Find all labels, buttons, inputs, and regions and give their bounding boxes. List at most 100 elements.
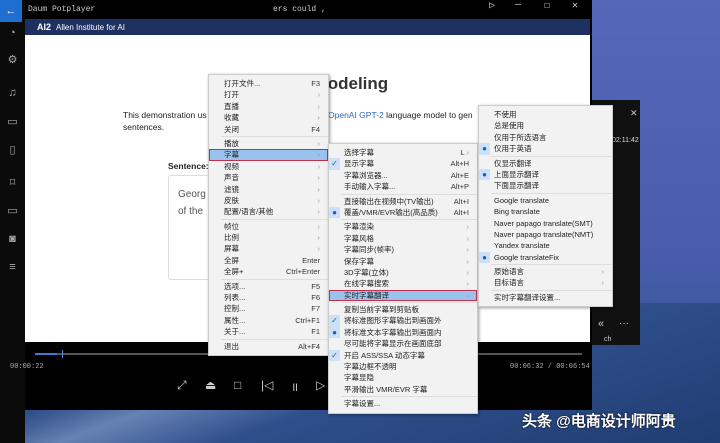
bookmark-icon[interactable]: ⌑ (4, 175, 21, 192)
menu-item[interactable]: 3D字幕(立体) › (329, 267, 477, 278)
menu-item[interactable]: 字幕边框不透明 (329, 361, 477, 372)
menu-item[interactable]: 选择字幕 L › (329, 147, 477, 158)
maximize-button[interactable]: ☐ (544, 0, 550, 12)
subtitle-icon[interactable]: ▭ (4, 114, 21, 131)
menu-item[interactable]: 实时字幕翻译设置... (479, 292, 612, 303)
menu-item[interactable]: 列表... F6 (209, 292, 328, 303)
menu-item[interactable]: ● 上面显示翻译 (479, 168, 612, 181)
menu-item[interactable]: 复制当前字幕到剪贴板 (329, 304, 477, 315)
menu-item-label: 收藏 (224, 113, 239, 123)
menu-item[interactable]: 字幕设置... (329, 398, 477, 409)
menu-item[interactable]: Bing translate (479, 206, 612, 217)
previous-icon[interactable]: |◁ (261, 378, 273, 392)
stop-icon[interactable]: □ (234, 378, 241, 392)
menu-item[interactable]: 关闭 F4 (209, 124, 328, 135)
menu-item[interactable]: 打开文件... F3 (209, 78, 328, 89)
menu-item[interactable]: 帧位 › (209, 221, 328, 232)
menu-item[interactable]: ✓ 将标准图形字幕输出到画面外 (329, 315, 477, 327)
menu-item-label: 开启 ASS/SSA 动态字幕 (344, 350, 425, 360)
watermark: 头条 @电商设计师阿贵 (522, 413, 676, 430)
menu-item[interactable]: 保存字幕 › (329, 256, 477, 267)
menu-item[interactable]: Naver papago translate(SMT) (479, 218, 612, 229)
menu-item-label: 下面显示翻译 (494, 181, 539, 191)
menu-item[interactable]: 字幕显隐 (329, 372, 477, 383)
play-icon[interactable]: ▷ (489, 0, 495, 12)
menu-item-label: 仅用于英语 (494, 144, 532, 154)
palette-icon[interactable]: ◔ (4, 25, 21, 42)
menu-item[interactable]: 关于... F1 (209, 326, 328, 337)
menu-item[interactable]: 字幕风格 › (329, 233, 477, 244)
menu-item[interactable]: 比例 › (209, 232, 328, 243)
menu-item[interactable]: ● 将标准文本字幕输出到画面内 (329, 326, 477, 339)
menu-item[interactable]: 屏幕 › (209, 243, 328, 254)
screen-icon[interactable]: ▭ (4, 203, 21, 220)
back-arrow-icon[interactable]: ← (0, 0, 22, 22)
menu-item[interactable]: 控制... F7 (209, 303, 328, 314)
menu-item[interactable]: 手动输入字幕... Alt+P (329, 181, 477, 192)
next-icon[interactable]: ▷ (316, 378, 325, 392)
collapse-icon[interactable]: « (598, 318, 604, 330)
close-icon[interactable]: ✕ (630, 108, 638, 119)
menu-item[interactable]: 收藏 › (209, 112, 328, 123)
menu-item[interactable]: 配置/语言/其他 › (209, 206, 328, 217)
menu-item[interactable]: 下面显示翻译 (479, 180, 612, 191)
menu-item[interactable]: ● Google translateFix (479, 251, 612, 264)
fullscreen-icon[interactable]: ⤢ (177, 378, 187, 393)
menu-item-label: 字幕显隐 (344, 373, 374, 383)
menu-item[interactable]: Yandex translate (479, 240, 612, 251)
menu-item[interactable]: 原始语言 › (479, 266, 612, 277)
camera-icon[interactable]: ◙ (4, 231, 21, 248)
menu-item[interactable]: ✓ 显示字幕 Alt+H (329, 158, 477, 170)
menu-item[interactable]: ✓ 开启 ASS/SSA 动态字幕 (329, 349, 477, 362)
menu-item[interactable]: 退出 Alt+F4 (209, 341, 328, 352)
minimize-button[interactable]: — (515, 0, 521, 11)
menu-item-label: 全屏+ (224, 267, 244, 277)
menu-item[interactable]: ● 覆盖/VMR/EVR输出(高品质) Alt+I (329, 206, 477, 219)
menu-item[interactable]: 仅用于所选语言 (479, 132, 612, 143)
menu-item[interactable]: 属性... Ctrl+F1 (209, 315, 328, 326)
menu-item[interactable]: 打开 › (209, 89, 328, 100)
menu-item[interactable]: 全屏+ Ctrl+Enter (209, 266, 328, 277)
chevron-right-icon: › (317, 244, 321, 254)
gear-icon[interactable]: ⚙ (4, 52, 21, 69)
menu-item[interactable]: 在线字幕搜索 › (329, 278, 477, 289)
title-bar: Daum Potplayer ers could , ▷ — ☐ ✕ (25, 0, 592, 19)
menu-item[interactable]: ● 仅用于英语 (479, 143, 612, 155)
menu-item[interactable]: 尽可能将字幕显示在画面底部 (329, 338, 477, 349)
music-icon[interactable]: ♫ (4, 85, 21, 102)
menu-item[interactable]: 总是使用 (479, 120, 612, 131)
frame-icon[interactable]: ▯ (4, 142, 21, 159)
menu-item[interactable]: 字幕 › (209, 149, 328, 161)
pause-icon[interactable]: ॥ (291, 378, 298, 395)
menu-item[interactable]: 实时字幕翻译 › (329, 289, 477, 302)
seek-handle[interactable] (62, 350, 63, 358)
menu-item[interactable]: 平滑输出 VMR/EVR 字幕 (329, 384, 477, 395)
close-button[interactable]: ✕ (572, 0, 578, 12)
menu-item[interactable]: 仅显示翻译 (479, 158, 612, 169)
gpt2-link[interactable]: OpenAI GPT-2 (328, 110, 384, 120)
menu-item[interactable]: 全屏 Enter (209, 255, 328, 266)
menu-item[interactable]: 声音 › (209, 172, 328, 183)
check-icon: ✓ (329, 349, 340, 362)
eject-icon[interactable]: ⏏ (205, 378, 216, 392)
chevron-right-icon: › (601, 278, 605, 288)
menu-item[interactable]: Naver papago translate(NMT) (479, 229, 612, 240)
menu-item[interactable]: 选项... F5 (209, 281, 328, 292)
menu-item[interactable]: 视频 › (209, 161, 328, 172)
menu-item[interactable]: 字幕浏览器... Alt+E (329, 170, 477, 181)
menu-item[interactable]: 直接输出在视频中(TV输出) Alt+I (329, 196, 477, 207)
menu-item-label: Naver papago translate(SMT) (494, 218, 593, 228)
menu-item[interactable]: 不使用 (479, 109, 612, 120)
chevron-right-icon: › (466, 256, 470, 266)
menu-item[interactable]: 播放 › (209, 138, 328, 149)
desc-text-2: language model to gen (386, 110, 473, 120)
menu-item[interactable]: 字幕同步(帧率) › (329, 244, 477, 255)
menu-item[interactable]: 目标语言 › (479, 277, 612, 288)
more-icon[interactable]: ··· (619, 318, 629, 329)
playlist-icon[interactable]: ≡ (4, 259, 21, 276)
menu-item[interactable]: 皮肤 › (209, 195, 328, 206)
menu-item[interactable]: 直播 › (209, 101, 328, 112)
menu-item[interactable]: 字幕渲染 › (329, 221, 477, 232)
menu-item[interactable]: 滤镜 › (209, 184, 328, 195)
menu-item[interactable]: Google translate (479, 195, 612, 206)
